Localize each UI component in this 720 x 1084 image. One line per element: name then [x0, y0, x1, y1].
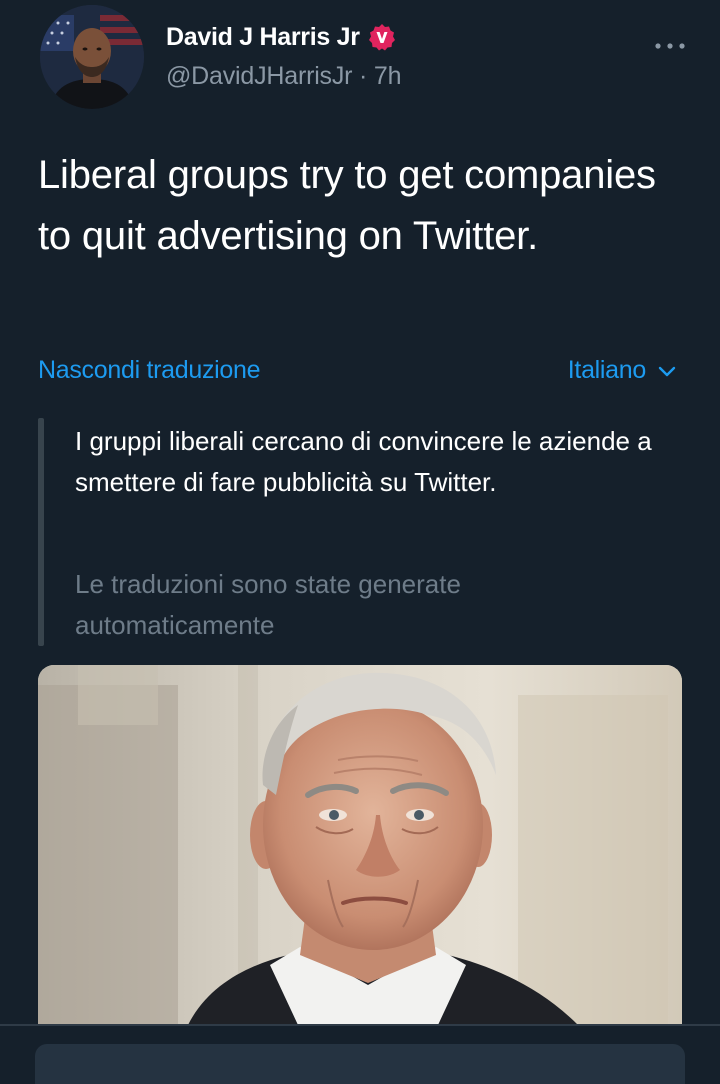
quote-bar	[38, 418, 44, 646]
handle-and-time[interactable]: @DavidJHarrisJr · 7h	[166, 62, 402, 91]
display-name[interactable]: David J Harris Jr	[166, 23, 360, 52]
divider	[0, 1024, 720, 1026]
hide-translation-link[interactable]: Nascondi traduzione	[38, 356, 261, 385]
verified-badge-icon	[368, 24, 395, 51]
translated-text: I gruppi liberali cercano di convincere …	[75, 426, 652, 497]
reply-bar[interactable]	[35, 1044, 685, 1084]
translation-controls: Nascondi traduzione Italiano	[38, 356, 680, 392]
avatar[interactable]	[40, 5, 144, 109]
translation-note: Le traduzioni sono state generate automa…	[75, 569, 461, 640]
tweet: David J Harris Jr @DavidJHarrisJr · 7h L…	[0, 0, 720, 1084]
name-row: David J Harris Jr	[166, 20, 396, 54]
avatar-image	[40, 5, 144, 109]
tweet-text: Liberal groups try to get companies to q…	[38, 153, 656, 258]
language-label: Italiano	[567, 356, 647, 384]
more-horizontal-icon[interactable]	[652, 36, 688, 56]
photo-image	[38, 665, 682, 1025]
translation-block: I gruppi liberali cercano di convincere …	[38, 418, 680, 646]
chevron-down-icon	[658, 366, 676, 376]
language-select[interactable]: Italiano	[568, 356, 680, 385]
tweet-photo[interactable]	[38, 665, 682, 1025]
